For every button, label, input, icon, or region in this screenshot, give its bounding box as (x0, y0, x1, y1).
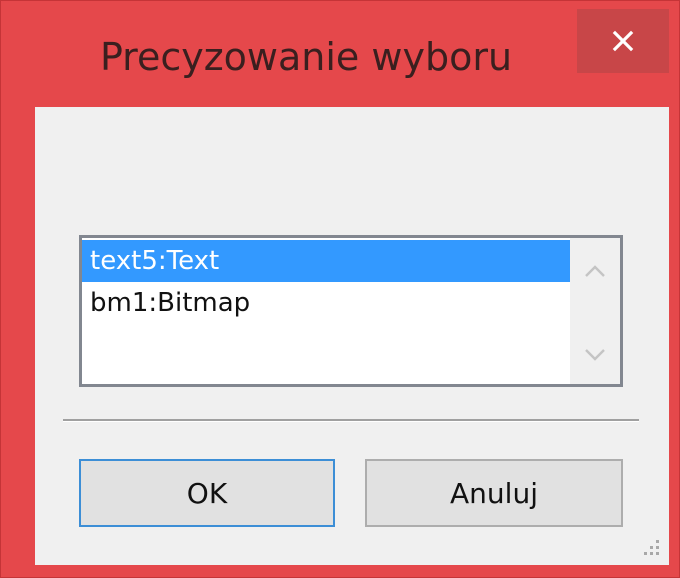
close-button[interactable] (577, 9, 669, 73)
dialog-content: text5:Text bm1:Bitmap OK Anuluj (35, 107, 669, 565)
ok-button[interactable]: OK (79, 459, 335, 527)
list-item-bm1[interactable]: bm1:Bitmap (82, 282, 570, 324)
chevron-up-icon (584, 264, 606, 283)
cancel-button[interactable]: Anuluj (365, 459, 623, 527)
close-icon (611, 29, 635, 53)
window-title: Precyzowanie wyboru (99, 35, 513, 79)
scroll-up-button[interactable] (570, 250, 620, 296)
scroll-down-button[interactable] (570, 334, 620, 380)
resize-grip-icon[interactable] (641, 537, 661, 557)
list-item-text5[interactable]: text5:Text (82, 240, 570, 282)
separator-line (63, 419, 639, 422)
title-bar[interactable]: Precyzowanie wyboru (1, 1, 680, 107)
listbox-items: text5:Text bm1:Bitmap (82, 238, 570, 384)
selection-listbox[interactable]: text5:Text bm1:Bitmap (79, 235, 623, 387)
chevron-down-icon (584, 348, 606, 367)
vertical-scrollbar[interactable] (570, 238, 620, 384)
dialog-window: Precyzowanie wyboru text5:Text bm1:Bitma… (0, 0, 680, 578)
